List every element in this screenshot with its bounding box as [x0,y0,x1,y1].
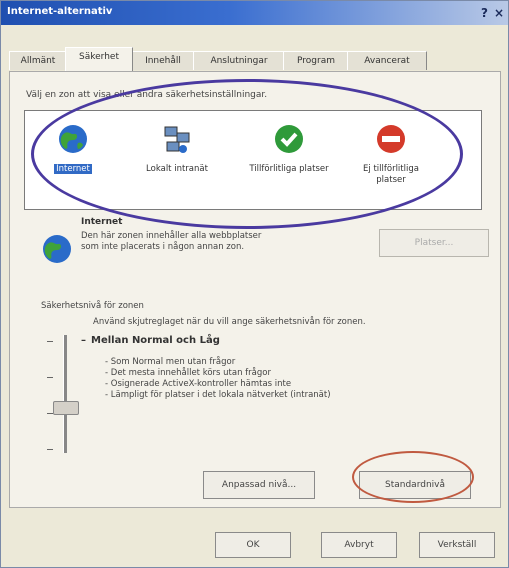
globe-icon [59,125,87,153]
intranet-icon [164,126,190,153]
ok-button[interactable]: OK [215,532,291,558]
tab-advanced[interactable]: Avancerat [347,51,427,70]
checkmark-icon [275,125,303,153]
globe-icon [43,235,71,263]
tab-security[interactable]: Säkerhet [65,47,133,71]
zone-description: Den här zonen innehåller alla webbplatse… [81,231,262,252]
bullet-item: - Lämpligt för platser i det lokala nätv… [105,390,331,400]
custom-level-button[interactable]: Anpassad nivå... [203,471,315,499]
zone-label: Internet [54,164,92,174]
zone-label: Lokalt intranät [146,164,208,174]
security-slider-thumb[interactable] [53,401,79,415]
zone-internet[interactable]: Internet [33,123,113,175]
close-button[interactable]: × [494,6,504,20]
zone-info-title: Internet [81,217,123,227]
bullet-item: - Det mesta innehållet körs utan frågor [105,368,271,378]
zone-restricted-sites[interactable]: Ej tillförlitliga platser [351,123,431,186]
tab-connections[interactable]: Anslutningar [193,51,285,70]
slider-hint: Använd skjutreglaget när du vill ange sä… [93,317,366,327]
security-level-bullets: - Som Normal men utan frågor - Det mesta… [105,357,331,401]
zone-local-intranet[interactable]: Lokalt intranät [137,123,217,175]
zone-heading: Välj en zon att visa eller ändra säkerhe… [26,90,268,100]
tab-programs[interactable]: Program [283,51,349,70]
internet-options-window: Internet-alternativ ? × Allmänt Säkerhet… [0,0,509,568]
bullet-item: - Osignerade ActiveX-kontroller hämtas i… [105,379,292,389]
security-level-name: Mellan Normal och Låg [91,335,220,346]
security-slider-track[interactable] [63,335,67,453]
zone-label: Ej tillförlitliga platser [363,164,419,185]
security-level-label: Säkerhetsnivå för zonen [41,301,144,311]
bullet-item: - Som Normal men utan frågor [105,357,236,367]
zone-trusted-sites[interactable]: Tillförlitliga platser [249,123,329,175]
tab-general[interactable]: Allmänt [9,51,67,70]
slider-tick [47,449,53,450]
cancel-button[interactable]: Avbryt [321,532,397,558]
title-bar[interactable]: Internet-alternativ ? × [1,1,508,25]
restricted-icon [377,125,405,153]
zone-list: Internet Lokalt intranät Tillförlitliga … [24,110,482,210]
window-title: Internet-alternativ [7,6,113,17]
tab-bar: Allmänt Säkerhet Innehåll Anslutningar P… [9,47,501,71]
sites-button[interactable]: Platser... [379,229,489,257]
slider-tick [47,341,53,342]
zone-label: Tillförlitliga platser [249,164,329,174]
apply-button[interactable]: Verkställ [419,532,495,558]
slider-tick [47,377,53,378]
tab-content[interactable]: Innehåll [131,51,195,70]
help-button[interactable]: ? [481,6,488,20]
default-level-button[interactable]: Standardnivå [359,471,471,499]
